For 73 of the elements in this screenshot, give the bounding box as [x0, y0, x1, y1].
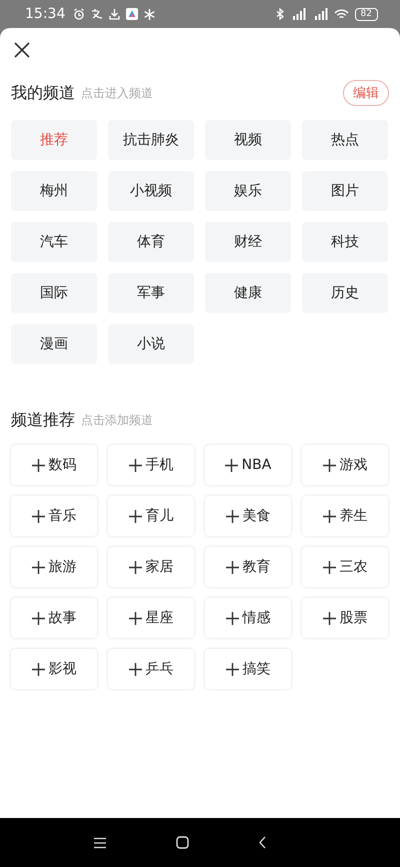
channel-tab[interactable]: 财经	[205, 222, 291, 262]
plus-icon	[322, 510, 336, 522]
add-channel-button[interactable]: 搞笑	[205, 649, 291, 689]
channel-tab[interactable]: 娱乐	[205, 171, 291, 211]
channel-tab[interactable]: 国际	[11, 273, 97, 313]
plus-icon	[322, 612, 336, 624]
plus-icon	[32, 662, 44, 676]
edit-button[interactable]: 编辑	[343, 80, 389, 106]
section-title: 我的频道	[11, 82, 75, 104]
battery-level: 82	[354, 8, 378, 20]
add-channel-button[interactable]: 家居	[108, 547, 194, 587]
channel-tab[interactable]: 视频	[205, 120, 291, 160]
add-channel-button[interactable]: 影视	[11, 649, 97, 689]
app-icon	[126, 8, 138, 20]
plus-icon	[322, 458, 336, 472]
channel-tab[interactable]: 梅州	[11, 171, 97, 211]
bluetooth-icon	[276, 8, 284, 20]
channel-tab[interactable]: 体育	[108, 222, 194, 262]
channel-tab[interactable]: 科技	[302, 222, 388, 262]
add-channel-button[interactable]: 美食	[205, 496, 291, 536]
plus-icon	[224, 458, 238, 472]
add-channel-button[interactable]: 旅游	[11, 547, 97, 587]
add-channel-button[interactable]: 情感	[205, 598, 291, 638]
plus-icon	[32, 612, 44, 624]
plus-icon	[226, 560, 238, 574]
add-channel-button[interactable]: 星座	[108, 598, 194, 638]
plus-icon	[226, 510, 238, 522]
plus-icon	[128, 458, 142, 472]
add-channel-button[interactable]: 手机	[108, 445, 194, 485]
plus-icon	[226, 662, 238, 676]
section-hint: 点击进入频道	[81, 84, 153, 102]
status-time: 15:34	[25, 6, 66, 22]
add-channel-button[interactable]: 故事	[11, 598, 97, 638]
add-channel-button[interactable]: 三农	[302, 547, 388, 587]
add-channel-button[interactable]: 育儿	[108, 496, 194, 536]
channel-tab[interactable]: 推荐	[11, 120, 97, 160]
plus-icon	[322, 560, 336, 574]
plus-icon	[32, 510, 44, 522]
channel-tab[interactable]: 抗击肺炎	[108, 120, 194, 160]
plus-icon	[128, 662, 142, 676]
menu-icon[interactable]	[94, 836, 106, 848]
home-icon[interactable]	[176, 836, 189, 849]
channel-tab[interactable]: 热点	[302, 120, 388, 160]
add-channel-button[interactable]: 乒乓	[108, 649, 194, 689]
channel-tab[interactable]: 历史	[302, 273, 388, 313]
snowflake-icon	[144, 8, 156, 20]
section-hint: 点击添加频道	[81, 412, 153, 429]
channel-tab[interactable]: 军事	[108, 273, 194, 313]
channel-tab[interactable]: 小视频	[108, 171, 194, 211]
plus-icon	[128, 510, 142, 522]
back-icon[interactable]	[259, 836, 266, 849]
add-channel-button[interactable]: 数码	[11, 445, 97, 485]
plus-icon	[32, 458, 44, 472]
plus-icon	[32, 560, 44, 574]
add-channel-button[interactable]: 教育	[205, 547, 291, 587]
plus-icon	[128, 612, 142, 624]
close-icon[interactable]	[14, 42, 30, 58]
channel-tab[interactable]: 汽车	[11, 222, 97, 262]
plus-icon	[128, 560, 142, 574]
download-icon	[109, 8, 120, 20]
channel-tab[interactable]: 小说	[108, 324, 194, 364]
channel-tab[interactable]: 图片	[302, 171, 388, 211]
add-channel-button[interactable]: 游戏	[302, 445, 388, 485]
channel-tab[interactable]: 漫画	[11, 324, 97, 364]
alarm-icon	[73, 8, 86, 20]
add-channel-button[interactable]: 养生	[302, 496, 388, 536]
wifi-icon	[334, 8, 349, 20]
add-channel-button[interactable]: NBA	[205, 445, 291, 485]
add-channel-button[interactable]: 音乐	[11, 496, 97, 536]
section-title: 频道推荐	[11, 410, 75, 431]
channel-tab[interactable]: 健康	[205, 273, 291, 313]
add-channel-button[interactable]: 股票	[302, 598, 388, 638]
plus-icon	[226, 612, 238, 624]
